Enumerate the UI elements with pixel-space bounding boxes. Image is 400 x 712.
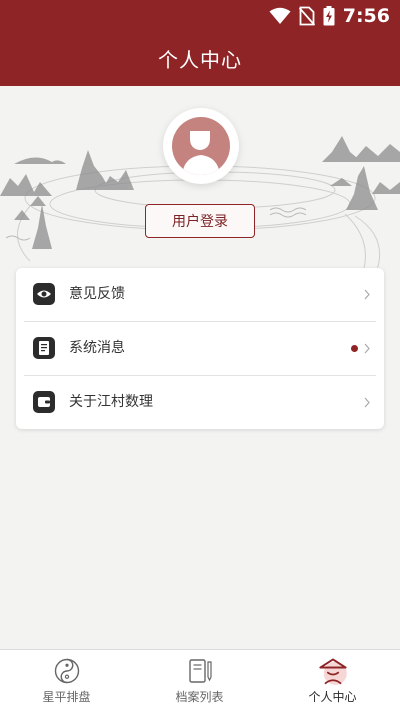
tab-archive-list[interactable]: 档案列表 — [133, 650, 266, 712]
menu-item-label: 关于江村数理 — [69, 394, 153, 410]
settings-menu-card: 意见反馈 系统消息 关于江村数理 — [16, 268, 384, 429]
page-title: 个人中心 — [158, 48, 242, 72]
menu-item-label: 系统消息 — [69, 340, 125, 356]
tab-label: 档案列表 — [175, 690, 224, 704]
status-icons: 7:56 — [269, 5, 390, 27]
app-header: 7:56 个人中心 — [0, 0, 400, 86]
tab-label: 星平排盘 — [42, 690, 91, 704]
chevron-right-icon — [364, 397, 370, 408]
tab-personal-center[interactable]: 个人中心 — [266, 650, 399, 712]
document-icon — [33, 337, 55, 359]
menu-item-label: 意见反馈 — [69, 286, 125, 302]
no-sim-icon — [298, 6, 315, 26]
menu-item-about[interactable]: 关于江村数理 — [16, 376, 384, 429]
login-button[interactable]: 用户登录 — [145, 204, 255, 238]
default-user-avatar-icon — [172, 117, 230, 175]
menu-item-system-messages[interactable]: 系统消息 — [16, 322, 384, 375]
hat-person-icon — [319, 658, 347, 685]
status-bar: 7:56 — [0, 0, 400, 32]
notebook-pen-icon — [189, 659, 212, 683]
bottom-tab-bar: 星平排盘 档案列表 个人中心 — [0, 649, 400, 712]
yin-yang-icon — [54, 658, 80, 684]
eye-icon — [33, 283, 55, 305]
menu-item-feedback[interactable]: 意见反馈 — [16, 268, 384, 321]
status-time: 7:56 — [342, 5, 390, 27]
chevron-right-icon — [364, 343, 370, 354]
profile-content: 用户登录 意见反馈 系统消息 关于江村数理 — [0, 86, 400, 649]
avatar[interactable] — [163, 108, 239, 184]
battery-charging-icon — [323, 6, 335, 26]
tab-chart[interactable]: 星平排盘 — [0, 650, 133, 712]
unread-badge — [351, 345, 358, 352]
wifi-icon — [269, 7, 291, 24]
chevron-right-icon — [364, 289, 370, 300]
wallet-icon — [33, 391, 55, 413]
tab-label: 个人中心 — [308, 690, 357, 704]
